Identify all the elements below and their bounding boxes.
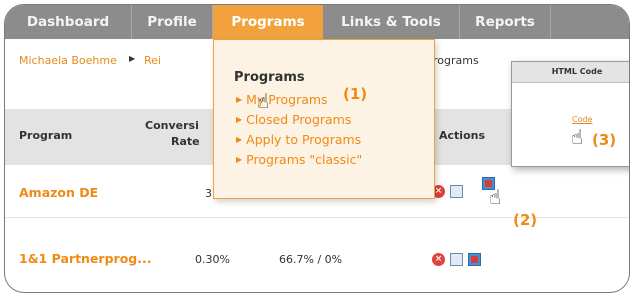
hand-cursor-icon: ☝ bbox=[489, 185, 502, 209]
hand-cursor-icon: ☝ bbox=[257, 89, 270, 113]
conversion-rate: 0.30% bbox=[195, 253, 230, 266]
column-header-conversion[interactable]: Conversi bbox=[145, 119, 199, 132]
nav-tab-reports[interactable]: Reports bbox=[460, 5, 551, 39]
html-code-icon[interactable] bbox=[468, 253, 481, 266]
html-code-popup: HTML Code Code bbox=[511, 61, 629, 167]
column-header-actions: Actions bbox=[439, 129, 485, 142]
nav-tab-profile[interactable]: Profile bbox=[132, 5, 213, 39]
dropdown-title: Programs bbox=[234, 70, 305, 85]
menu-item-label: Programs "classic" bbox=[246, 152, 363, 167]
menu-item-programs-classic[interactable]: ▶ Programs "classic" bbox=[236, 152, 362, 167]
annotation-step-2: (2) bbox=[513, 211, 538, 229]
annotation-step-1: (1) bbox=[343, 85, 368, 103]
breadcrumb-separator-icon: ▶ bbox=[129, 54, 136, 63]
column-header-program[interactable]: Program bbox=[19, 129, 72, 142]
popup-title: HTML Code bbox=[512, 62, 629, 83]
hand-cursor-icon: ☝ bbox=[571, 125, 584, 149]
breadcrumb-user-link[interactable]: Michaela Boehme bbox=[19, 54, 117, 67]
breadcrumb-current: rograms bbox=[433, 54, 479, 67]
program-link[interactable]: Amazon DE bbox=[19, 185, 98, 200]
details-icon[interactable] bbox=[450, 185, 463, 198]
menu-item-label: Closed Programs bbox=[246, 112, 352, 127]
bullet-icon: ▶ bbox=[236, 95, 243, 104]
delete-icon[interactable]: × bbox=[432, 253, 445, 266]
nav-tab-dashboard[interactable]: Dashboard bbox=[5, 5, 132, 39]
browser-frame: Dashboard Profile Programs Links & Tools… bbox=[4, 4, 630, 293]
code-link[interactable]: Code bbox=[572, 115, 592, 124]
details-icon[interactable] bbox=[450, 253, 463, 266]
bullet-icon: ▶ bbox=[236, 135, 243, 144]
program-link[interactable]: 1&1 Partnerprog... bbox=[19, 251, 151, 266]
annotation-step-3: (3) bbox=[592, 131, 617, 149]
ratio-value: 66.7% / 0% bbox=[279, 253, 343, 266]
menu-item-my-programs[interactable]: ▶ My Programs bbox=[236, 92, 328, 107]
bullet-icon: ▶ bbox=[236, 155, 243, 164]
main-nav: Dashboard Profile Programs Links & Tools… bbox=[5, 5, 629, 39]
nav-tab-links-tools[interactable]: Links & Tools bbox=[323, 5, 460, 39]
breadcrumb-link[interactable]: Rei bbox=[144, 54, 161, 67]
menu-item-apply-programs[interactable]: ▶ Apply to Programs bbox=[236, 132, 361, 147]
programs-dropdown-menu: Programs ▶ My Programs ▶ Closed Programs ▶… bbox=[213, 39, 435, 199]
column-header-conversion-rate: Rate bbox=[171, 135, 200, 148]
nav-tab-programs[interactable]: Programs bbox=[213, 5, 323, 39]
menu-item-closed-programs[interactable]: ▶ Closed Programs bbox=[236, 112, 351, 127]
bullet-icon: ▶ bbox=[236, 115, 243, 124]
menu-item-label: Apply to Programs bbox=[246, 132, 362, 147]
